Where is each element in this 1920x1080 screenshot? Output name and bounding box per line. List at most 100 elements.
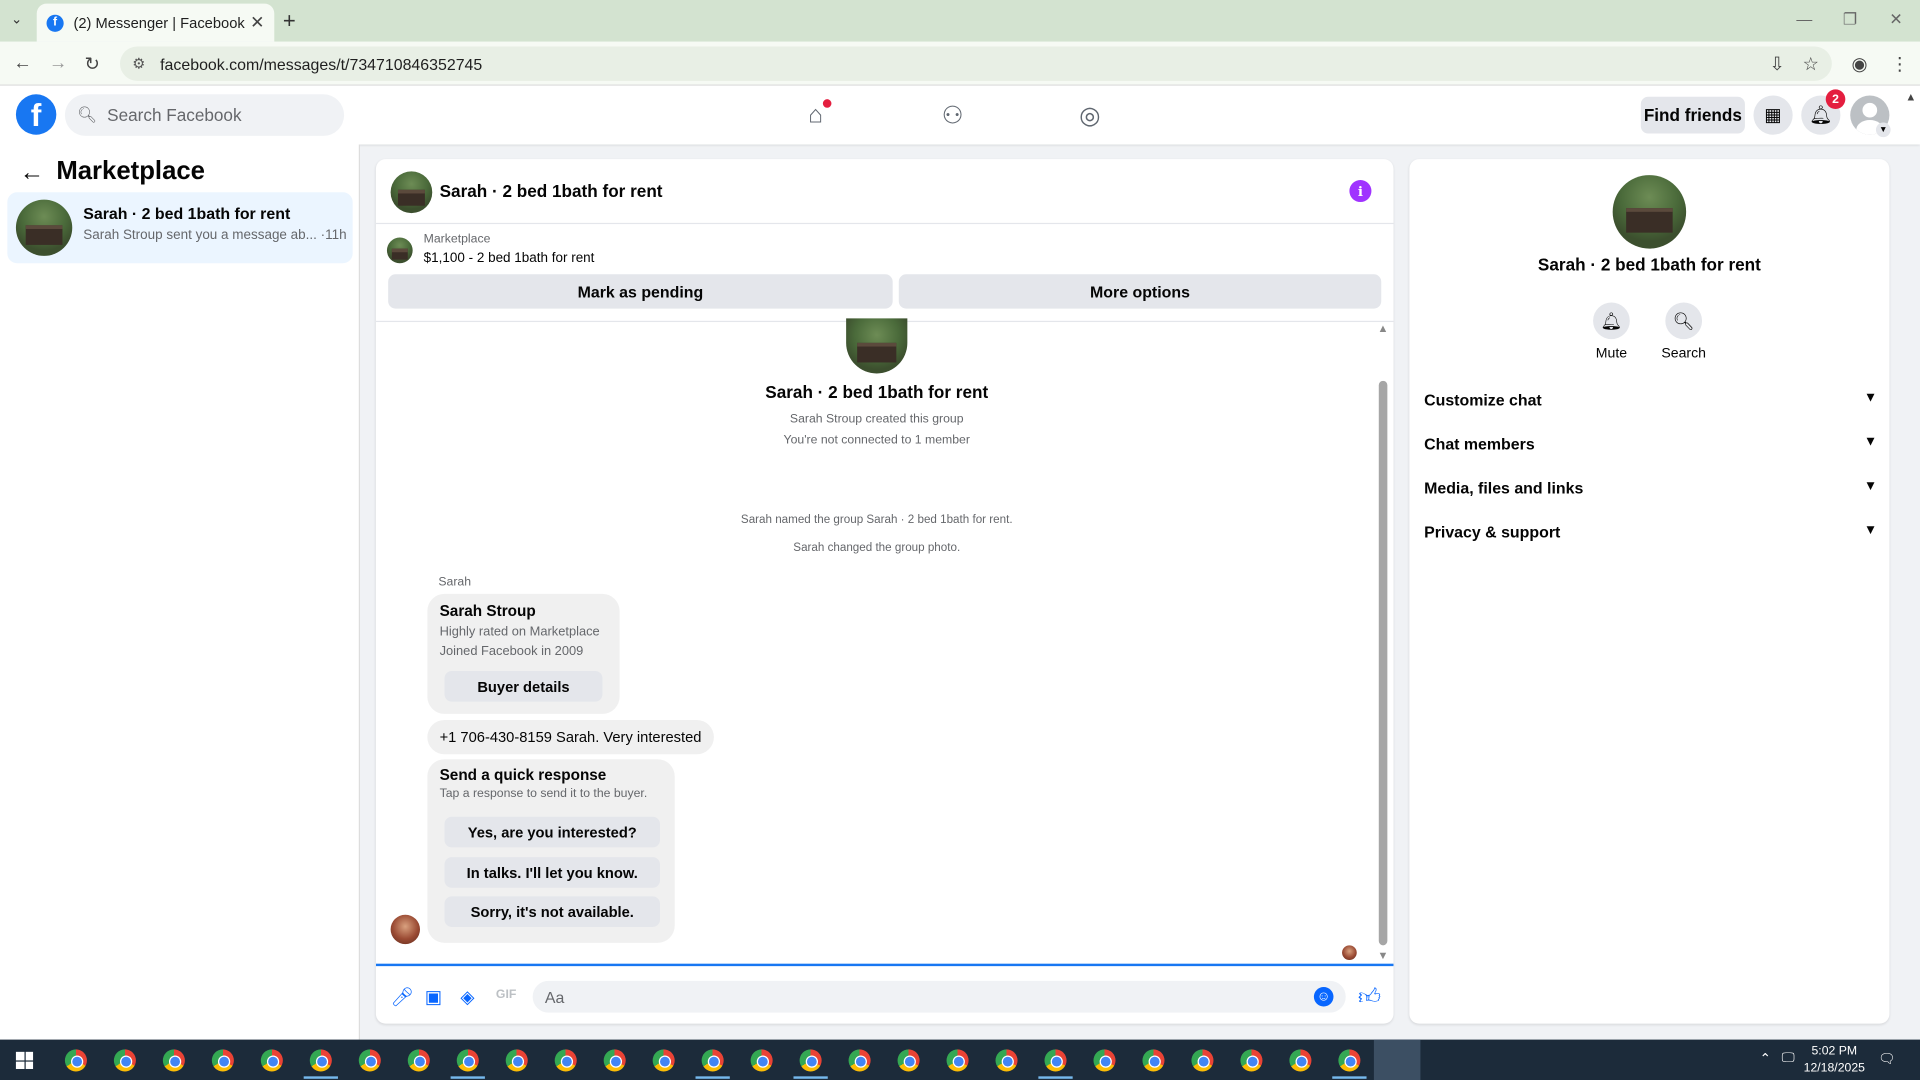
forward-icon[interactable]: →: [49, 53, 67, 74]
chrome-taskbar-icon[interactable]: [1338, 1049, 1361, 1072]
bell-icon: 🔔︎: [1593, 302, 1630, 340]
restore-icon[interactable]: ❐: [1843, 10, 1857, 30]
close-window-icon[interactable]: ✕: [1889, 10, 1902, 30]
chrome-taskbar-icon[interactable]: [260, 1049, 283, 1072]
facebook-search-input[interactable]: 🔍︎ Search Facebook: [64, 94, 345, 136]
like-thumbs-up-icon[interactable]: 👍︎: [1358, 983, 1381, 1010]
chrome-taskbar-icon[interactable]: [113, 1049, 136, 1072]
microphone-icon[interactable]: 🎤︎: [391, 986, 414, 1008]
minimize-icon[interactable]: —: [1796, 10, 1812, 28]
scrollbar-thumb[interactable]: [1378, 380, 1388, 946]
sender-avatar[interactable]: [390, 914, 421, 945]
section-label: Media, files and links: [1424, 478, 1584, 498]
find-friends-button[interactable]: Find friends: [1640, 96, 1745, 134]
browser-tab[interactable]: f (2) Messenger | Facebook ✕: [36, 3, 275, 42]
install-app-icon[interactable]: ⇩: [1769, 53, 1784, 75]
message-bubble[interactable]: +1 706-430-8159 Sarah. Very interested: [427, 720, 714, 755]
menu-grid-icon[interactable]: ▦: [1753, 95, 1793, 135]
url-field[interactable]: ⚙ facebook.com/messages/t/73471084635274…: [120, 46, 1832, 81]
customize-chat-section[interactable]: Customize chat ▼: [1424, 391, 1877, 409]
search-label: Search: [1661, 346, 1706, 362]
chrome-taskbar-icon[interactable]: [358, 1049, 381, 1072]
chrome-taskbar-icon[interactable]: [897, 1049, 920, 1072]
search-conversation-button[interactable]: 🔍︎ Search: [1647, 302, 1720, 361]
reload-icon[interactable]: ↻: [84, 53, 99, 75]
chrome-taskbar-icon[interactable]: [1044, 1049, 1067, 1072]
facebook-favicon-icon: f: [46, 14, 64, 32]
chat-info-panel: Sarah · 2 bed 1bath for rent 🔔︎ Mute 🔍︎ …: [1409, 159, 1890, 1024]
chrome-taskbar-icon[interactable]: [750, 1049, 773, 1072]
show-hidden-icons-icon[interactable]: ⌃: [1760, 1051, 1771, 1067]
chrome-taskbar-icon[interactable]: [1240, 1049, 1263, 1072]
buyer-details-button[interactable]: Buyer details: [444, 671, 603, 702]
chrome-taskbar-icon[interactable]: [456, 1049, 479, 1072]
sticker-icon[interactable]: ◈: [460, 986, 474, 1008]
chrome-taskbar-icon[interactable]: [848, 1049, 871, 1072]
scroll-down-arrow-icon[interactable]: ▼: [1378, 949, 1389, 961]
windows-taskbar: ⌃ 🖵︎ 5:02 PM 12/18/2025 🗨︎: [0, 1039, 1920, 1080]
chrome-taskbar-icon[interactable]: [652, 1049, 675, 1072]
mark-as-pending-button[interactable]: Mark as pending: [388, 274, 893, 309]
chrome-taskbar-icon[interactable]: [407, 1049, 430, 1072]
windows-start-icon[interactable]: [15, 1051, 34, 1069]
chrome-taskbar-icon[interactable]: [995, 1049, 1018, 1072]
groups-icon[interactable]: ◎: [1073, 98, 1107, 132]
system-clock[interactable]: 5:02 PM 12/18/2025: [1800, 1043, 1869, 1077]
listing-thumbnail[interactable]: [386, 237, 413, 264]
photo-attach-icon[interactable]: ▣: [425, 986, 442, 1008]
action-center-icon[interactable]: 🗨︎: [1878, 1051, 1895, 1067]
back-icon[interactable]: ←: [13, 53, 31, 74]
bookmark-star-icon[interactable]: ☆: [1802, 53, 1818, 75]
quick-response-option[interactable]: In talks. I'll let you know.: [444, 857, 661, 888]
chrome-taskbar-icon[interactable]: [309, 1049, 332, 1072]
chrome-taskbar-icon[interactable]: [64, 1049, 87, 1072]
message-thread[interactable]: Sarah · 2 bed 1bath for rent Sarah Strou…: [375, 318, 1394, 964]
chat-avatar[interactable]: [390, 171, 433, 214]
media-files-links-section[interactable]: Media, files and links ▼: [1424, 479, 1877, 497]
chrome-taskbar-icon[interactable]: [554, 1049, 577, 1072]
chrome-taskbar-icon[interactable]: [603, 1049, 626, 1072]
profile-icon[interactable]: ◉: [1851, 53, 1867, 75]
chrome-taskbar-icon[interactable]: [1289, 1049, 1312, 1072]
chrome-taskbar-icon[interactable]: [505, 1049, 528, 1072]
chat-title[interactable]: Sarah · 2 bed 1bath for rent: [440, 181, 663, 201]
tab-close-icon[interactable]: ✕: [250, 12, 264, 33]
facebook-top-nav: f 🔍︎ Search Facebook ⌂ ⚇ ◎ Find friends …: [0, 85, 1920, 145]
gif-icon[interactable]: GIF: [496, 988, 516, 1001]
quick-response-option[interactable]: Sorry, it's not available.: [444, 896, 661, 927]
mute-label: Mute: [1595, 346, 1628, 362]
chrome-taskbar-icon[interactable]: [1093, 1049, 1116, 1072]
chrome-taskbar-icon[interactable]: [162, 1049, 185, 1072]
chrome-taskbar-icon[interactable]: [211, 1049, 234, 1072]
chrome-taskbar-icon[interactable]: [946, 1049, 969, 1072]
group-avatar-large[interactable]: [1612, 175, 1687, 249]
network-icon[interactable]: 🖵︎: [1782, 1051, 1795, 1067]
chrome-taskbar-icon[interactable]: [701, 1049, 724, 1072]
tab-list-icon[interactable]: ⌄: [11, 11, 22, 27]
info-icon[interactable]: i: [1349, 180, 1372, 203]
chevron-down-icon[interactable]: ▼: [1875, 122, 1891, 138]
back-arrow-icon[interactable]: ←: [20, 159, 44, 187]
chat-members-section[interactable]: Chat members ▼: [1424, 435, 1877, 453]
search-placeholder: Search Facebook: [107, 105, 242, 125]
chrome-taskbar-icon[interactable]: [1142, 1049, 1165, 1072]
browser-menu-icon[interactable]: ⋮: [1891, 53, 1909, 75]
chrome-taskbar-icon[interactable]: [799, 1049, 822, 1072]
message-input[interactable]: Aa ☺: [532, 980, 1346, 1013]
notification-badge: 2: [1825, 89, 1846, 109]
active-taskbar-app[interactable]: [1373, 1039, 1421, 1080]
new-tab-icon[interactable]: +: [283, 9, 296, 35]
mute-button[interactable]: 🔔︎ Mute: [1575, 302, 1648, 361]
emoji-icon[interactable]: ☺: [1313, 986, 1334, 1007]
chrome-taskbar-icon[interactable]: [1191, 1049, 1214, 1072]
privacy-support-section[interactable]: Privacy & support ▼: [1424, 523, 1877, 541]
quick-response-option[interactable]: Yes, are you interested?: [444, 816, 661, 848]
page-scroll-up-icon[interactable]: ▲: [1905, 91, 1916, 103]
more-options-button[interactable]: More options: [898, 274, 1382, 309]
friends-icon[interactable]: ⚇: [936, 98, 970, 132]
scroll-up-arrow-icon[interactable]: ▲: [1378, 322, 1389, 334]
site-info-icon[interactable]: ⚙: [132, 55, 145, 72]
conversation-item[interactable]: Sarah · 2 bed 1bath for rent Sarah Strou…: [7, 192, 353, 264]
listing-title[interactable]: $1,100 - 2 bed 1bath for rent: [424, 251, 595, 266]
facebook-logo-icon[interactable]: f: [15, 94, 57, 135]
